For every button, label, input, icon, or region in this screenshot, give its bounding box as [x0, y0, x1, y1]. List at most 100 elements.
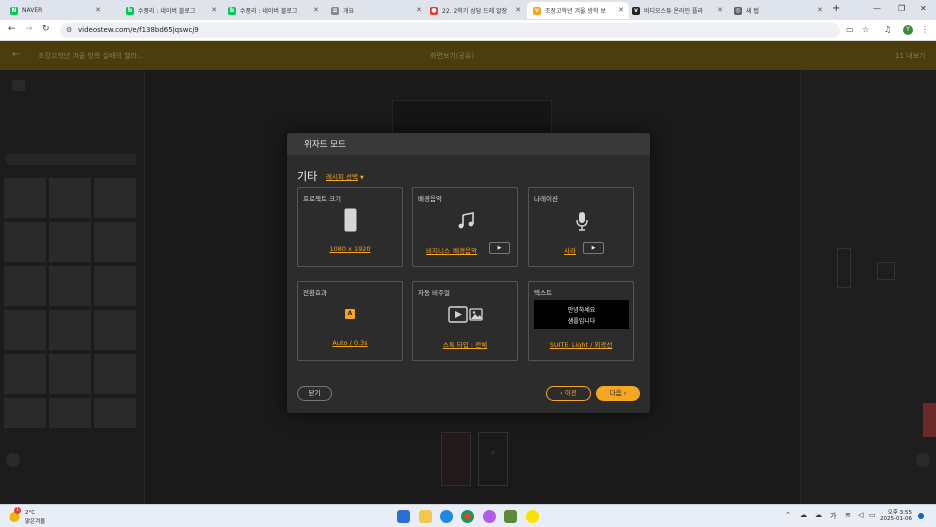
browser-tab[interactable]: ◎ 새 탭 ✕ [728, 2, 828, 19]
browser-tab-label: 조장고학년 겨울 방학 보 [545, 8, 606, 15]
battery-icon[interactable]: ▭ [869, 511, 876, 519]
auto-visual-card[interactable]: 자동 비주얼 스톡 타입 : 전체 [412, 281, 518, 361]
thumbnail[interactable] [4, 178, 46, 218]
kakaotalk-icon[interactable] [526, 510, 539, 523]
chrome-icon[interactable] [461, 510, 474, 523]
thumbnail[interactable] [49, 178, 91, 218]
notification-icon[interactable] [918, 513, 924, 519]
clock[interactable]: 오후 3:55 2025-01-06 [880, 508, 912, 522]
tab-close-icon[interactable]: ✕ [515, 6, 521, 14]
close-button[interactable]: 닫기 [297, 386, 332, 401]
play-music-button[interactable]: ▶ [489, 242, 510, 254]
phone-frame-icon [344, 208, 357, 232]
tab-close-icon[interactable]: ✕ [717, 6, 723, 14]
thumbnail[interactable] [4, 354, 46, 394]
browser-tab[interactable]: v 조장고학년 겨울 방학 보 ✕ [527, 2, 629, 19]
forward-arrow-icon[interactable]: → [25, 24, 33, 34]
timeline-add-scene-button[interactable]: + [478, 432, 508, 486]
browser-menu-icon[interactable]: ⋮ [921, 25, 929, 34]
bookmark-star-icon[interactable]: ☆ [862, 25, 869, 34]
profile-avatar[interactable]: Y [903, 25, 913, 35]
app-back-icon[interactable]: ← [12, 49, 20, 60]
thumbnail[interactable] [94, 266, 136, 306]
timeline-clip[interactable] [441, 432, 471, 486]
media-search-input[interactable] [6, 154, 136, 165]
thumbnail[interactable] [94, 398, 136, 428]
file-explorer-icon[interactable] [419, 510, 432, 523]
thumbnail[interactable] [4, 398, 46, 428]
tab-close-icon[interactable]: ✕ [313, 6, 319, 14]
next-button[interactable]: 다음 › [596, 386, 640, 401]
preview-line: 샘플입니다 [567, 318, 596, 325]
browser-tab[interactable]: b 수풍리 : 네이버 블로그 ✕ [120, 2, 222, 19]
card-label: 자동 비주얼 [418, 289, 450, 297]
auto-visual-value[interactable]: 스톡 타입 : 전체 [413, 339, 517, 349]
browser-tab[interactable]: N NAVER ✕ [4, 2, 106, 19]
scroll-left-button[interactable] [6, 453, 20, 467]
tab-close-icon[interactable]: ✕ [211, 6, 217, 14]
thumbnail[interactable] [94, 354, 136, 394]
play-narration-button[interactable]: ▶ [583, 242, 604, 254]
start-windows-icon[interactable] [397, 510, 410, 523]
prev-button[interactable]: ‹ 이전 [546, 386, 591, 401]
media-control-icon[interactable]: ♫ [884, 25, 891, 34]
thumbnail[interactable] [49, 266, 91, 306]
transition-card[interactable]: 전환효과 A Auto / 0.3s [297, 281, 403, 361]
copilot-icon[interactable] [483, 510, 496, 523]
new-tab-button[interactable]: + [832, 3, 840, 14]
thumbnail[interactable] [94, 310, 136, 350]
minimize-icon[interactable]: — [873, 4, 881, 13]
project-size-value[interactable]: 1080 x 1920 [298, 245, 402, 253]
url-field[interactable]: ⚙ videostew.com/e/f138bd65jqswcj9 [60, 23, 840, 38]
browser-tab[interactable]: ≡ 개요 ✕ [325, 2, 427, 19]
microphone-icon [576, 212, 588, 231]
browser-tab[interactable]: v 비디오스튜 온라인 플라 ✕ [626, 2, 728, 19]
side-tab[interactable] [923, 403, 936, 437]
browser-tab[interactable]: ● 22. 2학기 상담 드레 알장 ✕ [424, 2, 526, 19]
back-arrow-icon[interactable]: ← [8, 24, 16, 34]
thumbnail[interactable] [49, 310, 91, 350]
export-button[interactable]: 11 내보기 [895, 51, 925, 61]
onedrive-icon[interactable]: ☁ [800, 511, 807, 519]
tab-close-icon[interactable]: ✕ [618, 6, 624, 14]
thumbnail[interactable] [49, 354, 91, 394]
browser-tab-label: 수풍리 : 네이버 블로그 [138, 8, 196, 15]
thumbnail[interactable] [94, 178, 136, 218]
scroll-right-button[interactable] [916, 453, 930, 467]
thumbnail[interactable] [4, 310, 46, 350]
reload-icon[interactable]: ↻ [42, 24, 50, 34]
thumbnail[interactable] [49, 222, 91, 262]
tab-close-icon[interactable]: ✕ [817, 6, 823, 14]
dialog-header: 위자드 모드 [287, 133, 650, 155]
edge-icon[interactable] [440, 510, 453, 523]
tab-close-icon[interactable]: ✕ [95, 6, 101, 14]
project-size-card[interactable]: 프로젝트 크기 1080 x 1920 [297, 187, 403, 267]
thumbnail[interactable] [4, 266, 46, 306]
window-close-icon[interactable]: ✕ [920, 4, 927, 13]
wifi-icon[interactable]: ≋ [845, 511, 851, 519]
minecraft-icon[interactable] [504, 510, 517, 523]
thumbnail[interactable] [4, 222, 46, 262]
narration-card[interactable]: 나레이션 사라 ▶ [528, 187, 634, 267]
text-preview: 안녕하세요 샘플입니다 [534, 300, 629, 329]
site-settings-icon[interactable]: ⚙ [66, 23, 72, 38]
layout-vertical-icon [837, 248, 851, 288]
volume-icon[interactable]: ◁ [858, 511, 863, 519]
install-app-icon[interactable]: ▭ [846, 25, 854, 34]
background-music-card[interactable]: 배경음악 비지니스_배경음악 ▶ [412, 187, 518, 267]
tray-chevron-icon[interactable]: ⌃ [785, 511, 791, 519]
transition-value[interactable]: Auto / 0.3s [298, 339, 402, 347]
tab-close-icon[interactable]: ✕ [416, 6, 422, 14]
text-style-card[interactable]: 텍스트 안녕하세요 샘플입니다 SUITE_Light / 외곽선 [528, 281, 634, 361]
text-style-value[interactable]: SUITE_Light / 외곽선 [529, 339, 633, 349]
recipe-select-dropdown[interactable]: 레시피 선택 ▼ [326, 171, 364, 181]
narration-value[interactable]: 사라 [564, 245, 576, 255]
cloud-icon[interactable]: ☁ [815, 511, 822, 519]
browser-tab[interactable]: b 수풍리 : 네이버 블로그 ✕ [222, 2, 324, 19]
thumbnail[interactable] [94, 222, 136, 262]
ime-indicator[interactable]: 가 [830, 511, 836, 521]
background-music-value[interactable]: 비지니스_배경음악 [426, 245, 477, 255]
share-view-button[interactable]: 화면보기(공유) [430, 51, 474, 61]
maximize-icon[interactable]: ❐ [898, 4, 905, 13]
thumbnail[interactable] [49, 398, 91, 428]
